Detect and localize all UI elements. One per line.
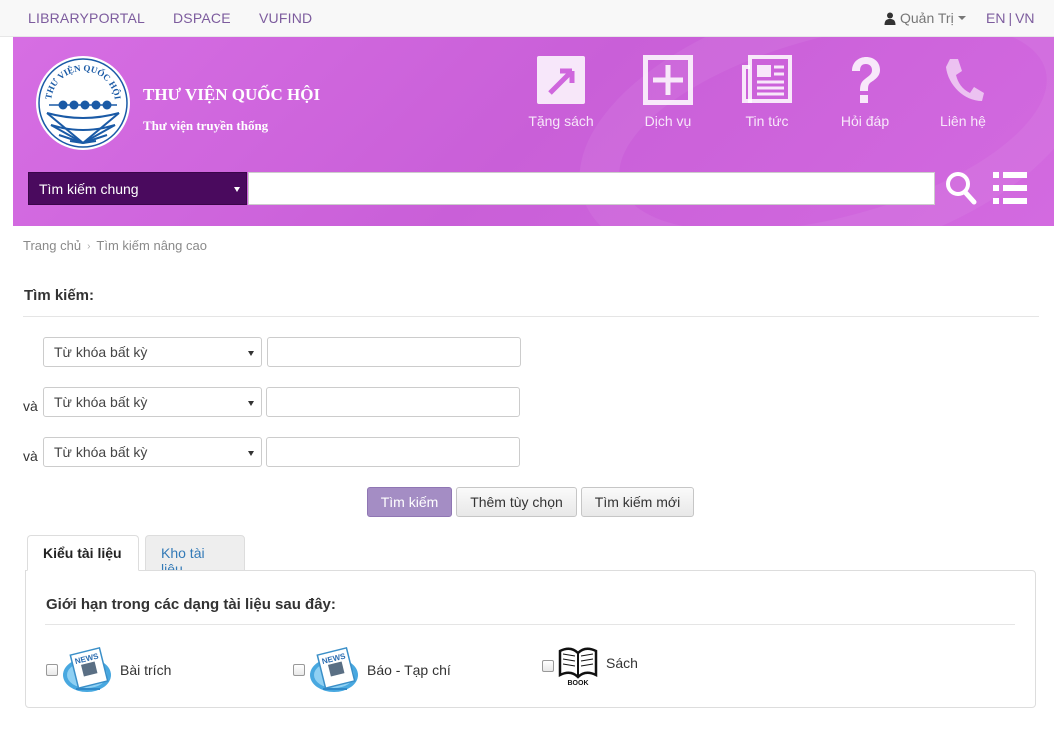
chevron-down-icon: [248, 351, 254, 356]
breadcrumb-home[interactable]: Trang chủ: [23, 238, 81, 253]
chevron-down-icon: [248, 401, 254, 406]
doc-type-title: Giới hạn trong các dạng tài liệu sau đây…: [46, 596, 336, 613]
header-nav-news[interactable]: Tin tức: [722, 55, 812, 129]
doc-type-label: Sách: [606, 655, 638, 671]
search-icon[interactable]: [945, 170, 977, 206]
chevron-down-icon: [957, 16, 966, 20]
tab-document-type[interactable]: Kiểu tài liệu: [27, 535, 139, 571]
site-header: THƯ VIỆN QUỐC HỘI THƯ VIỆN QUỐC HỘI Thư …: [13, 37, 1054, 226]
lang-separator: |: [1008, 10, 1013, 26]
tab-panel: [25, 570, 1036, 708]
doc-type-item: NEWS Bài trích: [46, 645, 171, 695]
field-select-value: Từ khóa bất kỳ: [54, 444, 148, 460]
new-search-button[interactable]: Tìm kiếm mới: [581, 487, 694, 517]
doc-type-item: BOOK Sách: [542, 645, 638, 687]
search-type-value: Tìm kiếm chung: [39, 181, 139, 197]
tab-repository[interactable]: Kho tài liệu: [145, 535, 245, 577]
user-icon: [884, 12, 896, 25]
divider: [45, 624, 1015, 625]
breadcrumb-current[interactable]: Tìm kiếm nâng cao: [96, 238, 207, 253]
site-name[interactable]: THƯ VIỆN QUỐC HỘI: [143, 85, 320, 105]
phone-icon: [946, 59, 984, 101]
book-icon: BOOK: [558, 647, 598, 687]
question-icon: [852, 57, 880, 103]
doc-type-item: NEWS Báo - Tạp chí: [293, 645, 451, 695]
nav-link-vufind[interactable]: VUFIND: [259, 10, 312, 26]
news-paper-icon: NEWS: [310, 646, 358, 692]
field-select-value: Từ khóa bất kỳ: [54, 344, 148, 360]
header-nav-label: Tin tức: [745, 113, 789, 129]
search-type-select[interactable]: Tìm kiếm chung: [28, 172, 247, 205]
header-nav-donate-books[interactable]: Tặng sách: [516, 55, 606, 129]
keyword-input-3[interactable]: [266, 437, 520, 467]
plus-box-icon: [643, 55, 693, 105]
doc-type-label: Bài trích: [120, 662, 172, 678]
svg-text:BOOK: BOOK: [568, 680, 589, 687]
field-select-3[interactable]: Từ khóa bất kỳ: [43, 437, 262, 467]
lang-vn-link[interactable]: VN: [1015, 10, 1034, 26]
nav-link-dspace[interactable]: DSPACE: [173, 10, 231, 26]
header-nav-services[interactable]: Dịch vụ: [623, 55, 713, 129]
breadcrumb: Trang chủ › Tìm kiếm nâng cao: [23, 238, 207, 253]
user-name: Quản Trị: [900, 10, 954, 26]
user-menu[interactable]: Quản Trị: [884, 10, 966, 26]
header-nav-contact[interactable]: Liên hệ: [918, 55, 1008, 129]
doc-type-checkbox[interactable]: [46, 664, 58, 676]
doc-type-checkbox[interactable]: [542, 660, 554, 672]
language-switcher: EN | VN: [986, 10, 1035, 26]
keyword-input-2[interactable]: [266, 387, 520, 417]
lang-en-link[interactable]: EN: [986, 10, 1005, 26]
keyword-input-1[interactable]: [267, 337, 521, 367]
header-nav-label: Tặng sách: [528, 113, 594, 129]
nav-link-libraryportal[interactable]: LIBRARYPORTAL: [28, 10, 145, 26]
chevron-down-icon: [248, 451, 254, 456]
news-icon: [742, 55, 792, 103]
search-button[interactable]: Tìm kiếm: [367, 487, 452, 517]
doc-type-checkbox[interactable]: [293, 664, 305, 676]
conjunction-label: và: [23, 448, 38, 464]
header-nav-label: Dịch vụ: [644, 113, 692, 129]
gift-book-icon: [537, 56, 585, 104]
top-navbar: LIBRARYPORTAL DSPACE VUFIND Quản Trị EN |…: [0, 0, 1054, 37]
news-paper-icon: NEWS: [63, 646, 111, 692]
field-select-1[interactable]: Từ khóa bất kỳ: [43, 337, 262, 367]
library-logo[interactable]: THƯ VIỆN QUỐC HỘI: [35, 55, 131, 151]
chevron-down-icon: [234, 187, 240, 192]
field-select-2[interactable]: Từ khóa bất kỳ: [43, 387, 262, 417]
doc-type-label: Báo - Tạp chí: [367, 662, 451, 678]
search-input[interactable]: [248, 172, 935, 205]
more-options-button[interactable]: Thêm tùy chọn: [456, 487, 577, 517]
header-nav-label: Liên hệ: [940, 113, 986, 129]
divider: [23, 316, 1039, 317]
chevron-right-icon: ›: [87, 241, 91, 252]
header-nav-faq[interactable]: Hỏi đáp: [820, 55, 910, 129]
list-icon[interactable]: [993, 171, 1027, 205]
site-subtitle: Thư viện truyền thống: [143, 118, 269, 133]
field-select-value: Từ khóa bất kỳ: [54, 394, 148, 410]
header-nav-label: Hỏi đáp: [840, 113, 890, 129]
conjunction-label: và: [23, 398, 38, 414]
search-section-title: Tìm kiếm:: [24, 287, 95, 304]
